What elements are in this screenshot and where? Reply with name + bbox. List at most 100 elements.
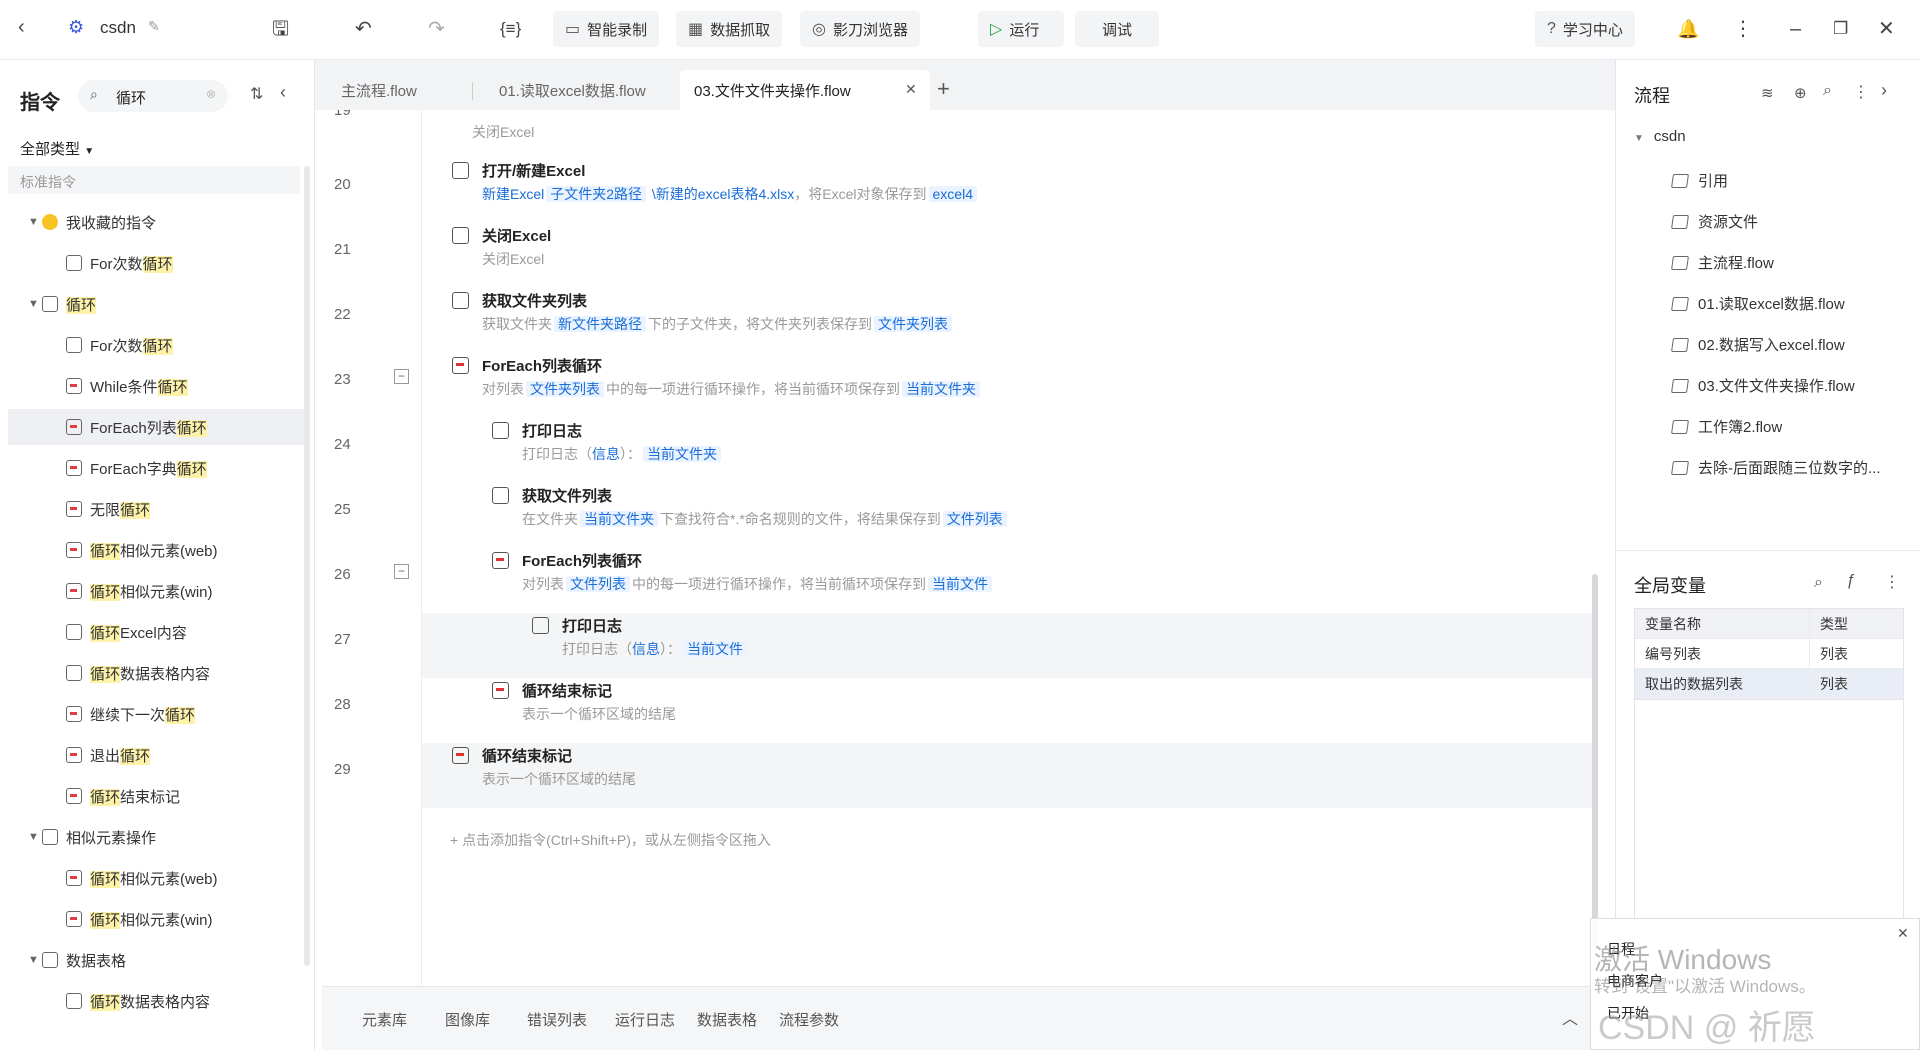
tree-item[interactable]: While条件循环 — [8, 368, 308, 404]
table-row[interactable]: 取出的数据列表 列表 — [1635, 669, 1903, 699]
variable-chip[interactable]: 当前文件夹 — [902, 381, 980, 397]
flow-step[interactable]: 获取文件列表 在文件夹 当前文件夹 下查找符合*.*命名规则的文件，将结果保存到 文件列… — [492, 479, 1472, 543]
caret-down-icon[interactable]: ▼ — [28, 216, 42, 228]
flow-step[interactable]: ForEach列表循环 对列表 文件列表 中的每一项进行循环操作，将当前循环项保存到当… — [492, 544, 1472, 608]
flow-item[interactable]: 资源文件 — [1671, 211, 1758, 232]
tree-item[interactable]: 退出循环 — [8, 737, 308, 773]
chevron-up-icon[interactable]: ︿ — [1562, 1005, 1578, 1029]
desc-part[interactable]: \新建的excel表格4.xlsx — [648, 186, 794, 202]
tree-item[interactable]: ForEach列表循环 — [8, 409, 308, 445]
browser-button[interactable]: ◎ 影刀浏览器 — [800, 11, 920, 47]
undo-icon[interactable]: ↶ — [355, 16, 372, 42]
tab-main-flow[interactable]: 主流程.flow — [327, 70, 431, 110]
tree-item[interactable]: 循环结束标记 — [8, 778, 308, 814]
flow-item[interactable]: 去除-后面跟随三位数字的... — [1671, 457, 1881, 478]
redo-icon[interactable]: ↷ — [428, 16, 445, 42]
learning-center-button[interactable]: ? 学习中心 — [1535, 11, 1635, 47]
restore-icon[interactable]: ❐ — [1833, 16, 1848, 42]
desc-part[interactable]: 信息 — [632, 641, 660, 657]
add-step-hint[interactable]: + 点击添加指令(Ctrl+Shift+P)，或从左侧指令区拖入 — [450, 830, 771, 850]
tree-item[interactable]: 循环相似元素(win) — [8, 901, 308, 937]
search-box[interactable]: ⌕ 循环 ⊗ — [78, 80, 228, 112]
flow-item[interactable]: 工作簿2.flow — [1671, 416, 1782, 437]
debug-button[interactable]: 调试 — [1075, 11, 1159, 47]
variable-chip[interactable]: 当前文件夹 — [643, 446, 721, 462]
tab-file-folder[interactable]: 03.文件文件夹操作.flow ✕ — [680, 70, 930, 110]
run-button[interactable]: ▷ 运行 — [978, 11, 1064, 47]
project-name[interactable]: csdn — [100, 18, 136, 38]
tree-item[interactable]: ▼ 我收藏的指令 — [8, 204, 308, 240]
variable-chip[interactable]: 当前文件 — [683, 641, 747, 657]
variable-chip[interactable]: excel4 — [928, 186, 977, 202]
save-icon[interactable]: 🖫 — [272, 16, 289, 42]
collapse-right-icon[interactable]: › — [1881, 80, 1887, 101]
tree-item[interactable]: ▼ 循环 — [8, 286, 308, 322]
variable-chip[interactable]: 当前文件夹 — [580, 511, 658, 527]
tree-item[interactable]: ▼ 相似元素操作 — [8, 819, 308, 855]
function-icon[interactable]: ƒ — [1846, 572, 1855, 590]
flow-item[interactable]: 02.数据写入excel.flow — [1671, 334, 1845, 355]
variable-chip[interactable]: 文件列表 — [566, 576, 630, 592]
flow-step[interactable]: 打开/新建Excel 新建Excel 子文件夹2路径 \新建的excel表格4.xl… — [452, 154, 1472, 218]
caret-down-icon[interactable]: ▼ — [28, 298, 42, 310]
bottom-tab[interactable]: 数据表格 — [697, 1009, 757, 1030]
tree-item[interactable]: 循环数据表格内容 — [8, 655, 308, 691]
flow-step[interactable]: ForEach列表循环 对列表 文件夹列表 中的每一项进行循环操作，将当前循环项保存到… — [452, 349, 1472, 413]
search-input[interactable]: 循环 — [116, 87, 146, 108]
close-icon[interactable]: ✕ — [1878, 16, 1895, 42]
code-icon[interactable]: {≡} — [500, 16, 521, 42]
add-flow-icon[interactable]: ⊕ — [1794, 84, 1807, 102]
sort-icon[interactable]: ⇅ — [250, 84, 263, 104]
caret-down-icon[interactable]: ▼ — [28, 831, 42, 843]
variable-chip[interactable]: 新文件夹路径 — [554, 316, 646, 332]
minimize-icon[interactable]: – — [1790, 16, 1801, 42]
search-var-icon[interactable]: ⌕ — [1814, 574, 1823, 592]
close-tab-icon[interactable]: ✕ — [905, 81, 917, 98]
table-row[interactable]: 编号列表 列表 — [1635, 639, 1903, 669]
edit-icon[interactable]: ✎ — [148, 18, 160, 35]
fold-toggle[interactable]: − — [394, 564, 409, 579]
desc-part[interactable]: 信息 — [592, 446, 620, 462]
flow-step[interactable]: 关闭Excel 关闭Excel — [452, 219, 1472, 283]
tree-item[interactable]: 循环数据表格内容 — [8, 983, 308, 1019]
flow-item[interactable]: 03.文件文件夹操作.flow — [1671, 375, 1855, 396]
tree-item[interactable]: 循环相似元素(win) — [8, 573, 308, 609]
bottom-tab[interactable]: 运行日志 — [615, 1009, 675, 1030]
tree-item[interactable]: 循环Excel内容 — [8, 614, 308, 650]
flow-item[interactable]: 引用 — [1671, 170, 1728, 191]
bottom-tab[interactable]: 元素库 — [362, 1009, 407, 1030]
close-notif-icon[interactable]: ✕ — [1897, 925, 1909, 942]
bottom-tab[interactable]: 错误列表 — [527, 1009, 587, 1030]
flow-step[interactable]: 循环结束标记 表示一个循环区域的结尾 — [452, 739, 1472, 803]
more-vars-icon[interactable]: ⋮ — [1884, 572, 1900, 592]
search-flow-icon[interactable]: ⌕ — [1823, 82, 1832, 100]
tab-read-excel[interactable]: 01.读取excel数据.flow — [485, 70, 660, 110]
tree-item[interactable]: 循环相似元素(web) — [8, 532, 308, 568]
tree-item[interactable]: For次数循环 — [8, 245, 308, 281]
layers-icon[interactable]: ≋ — [1761, 84, 1774, 102]
back-icon[interactable]: ‹ — [18, 14, 25, 40]
bottom-tab[interactable]: 流程参数 — [779, 1009, 839, 1030]
flow-item[interactable]: 主流程.flow — [1671, 252, 1774, 273]
more-icon[interactable]: ⋮ — [1733, 16, 1753, 42]
variable-chip[interactable]: 文件夹列表 — [874, 316, 952, 332]
bell-icon[interactable]: 🔔 — [1677, 16, 1699, 42]
tree-item[interactable]: For次数循环 — [8, 327, 308, 363]
tree-item[interactable]: ForEach字典循环 — [8, 450, 308, 486]
variable-chip[interactable]: 当前文件 — [928, 576, 992, 592]
desc-part[interactable]: 新建Excel — [482, 186, 544, 202]
tree-item[interactable]: 循环相似元素(web) — [8, 860, 308, 896]
more-icon[interactable]: ⋮ — [1853, 82, 1869, 102]
variable-chip[interactable]: 文件列表 — [942, 511, 1007, 527]
flow-step[interactable]: 获取文件夹列表 获取文件夹 新文件夹路径 下的子文件夹，将文件夹列表保存到 文件夹列表 — [452, 284, 1472, 348]
data-capture-button[interactable]: ▦ 数据抓取 — [676, 11, 783, 47]
variable-chip[interactable]: 子文件夹2路径 — [546, 186, 647, 202]
flow-step[interactable]: 循环结束标记 表示一个循环区域的结尾 — [492, 674, 1472, 738]
scrollbar[interactable] — [304, 166, 310, 966]
tree-item[interactable]: 继续下一次循环 — [8, 696, 308, 732]
smart-record-button[interactable]: ▭ 智能录制 — [553, 11, 660, 47]
variable-chip[interactable]: 文件夹列表 — [526, 381, 604, 397]
type-filter[interactable]: 全部类型 ▼ — [20, 138, 94, 159]
clear-icon[interactable]: ⊗ — [206, 87, 216, 101]
add-tab-icon[interactable]: + — [937, 78, 950, 100]
